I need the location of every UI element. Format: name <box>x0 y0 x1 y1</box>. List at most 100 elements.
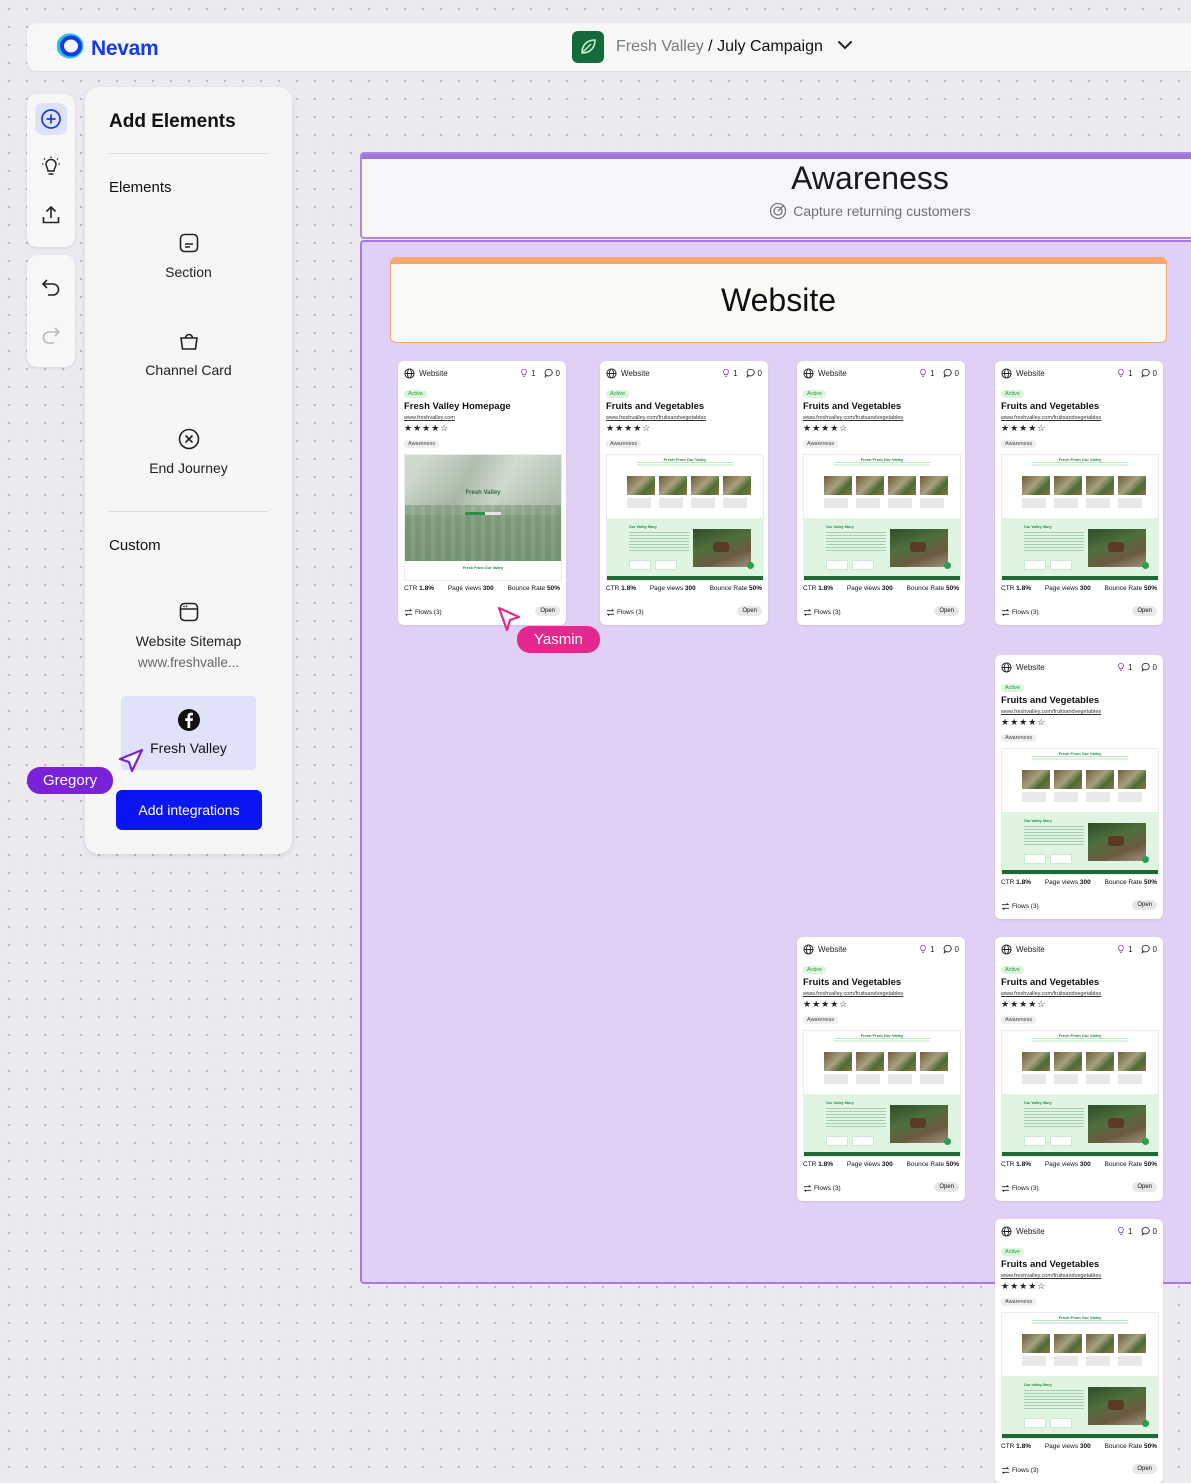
channel-card[interactable]: Website 1 0 Active Fruits and Vegetables www.… <box>600 361 768 625</box>
channel-card[interactable]: Website 1 0 Active Fruits and Vegetables www.… <box>995 361 1163 625</box>
open-button[interactable]: Open <box>535 606 560 616</box>
comments-count[interactable]: 0 <box>1140 1226 1157 1236</box>
flows-link[interactable]: Flows (3) <box>606 608 644 617</box>
page-preview[interactable]: Fresh From Our Valley Our Valley Story <box>803 454 961 581</box>
comments-value: 0 <box>1152 1226 1157 1236</box>
open-button[interactable]: Open <box>1132 606 1157 616</box>
comment-icon <box>543 368 553 378</box>
ideas-value: 1 <box>1128 662 1133 672</box>
ideas-count[interactable]: 1 <box>721 368 738 378</box>
lightbulb-icon <box>1118 662 1125 671</box>
chevron-down-icon[interactable] <box>835 35 855 60</box>
comments-count[interactable]: 0 <box>1140 662 1157 672</box>
card-url[interactable]: www.freshvalley.com/fruitsandvegetables <box>1001 1273 1101 1279</box>
ideas-count[interactable]: 1 <box>1116 1226 1133 1236</box>
card-url[interactable]: www.freshvalley.com/fruitsandvegetables <box>803 991 903 997</box>
comments-count[interactable]: 0 <box>1140 944 1157 954</box>
card-url[interactable]: www.freshvalley.com <box>404 415 455 421</box>
channel-card[interactable]: Website 1 0 Active Fruits and Vegetables www.… <box>995 655 1163 919</box>
globe-icon <box>803 367 814 379</box>
stage-tag: Awareness <box>1001 1016 1037 1024</box>
divider <box>109 511 268 512</box>
open-button[interactable]: Open <box>737 606 762 616</box>
stage-tag: Awareness <box>404 440 440 448</box>
ideas-count[interactable]: 1 <box>1116 944 1133 954</box>
comments-count[interactable]: 0 <box>1140 368 1157 378</box>
page-preview[interactable]: Fresh From Our Valley Our Valley Story <box>1001 454 1159 581</box>
comments-value: 0 <box>1152 368 1157 378</box>
flows-link[interactable]: Flows (3) <box>1001 1184 1039 1193</box>
open-button[interactable]: Open <box>1132 1182 1157 1192</box>
comments-count[interactable]: 0 <box>745 368 762 378</box>
undo-button[interactable] <box>35 271 67 303</box>
page-preview[interactable]: Fresh Valley Fresh From Our Valley <box>404 454 562 581</box>
custom-website-sitemap[interactable]: Website Sitemap www.freshvalle... <box>85 600 292 670</box>
card-url[interactable]: www.freshvalley.com/fruitsandvegetables <box>803 415 903 421</box>
open-button[interactable]: Open <box>934 1182 959 1192</box>
card-url[interactable]: www.freshvalley.com/fruitsandvegetables <box>1001 991 1101 997</box>
open-button[interactable]: Open <box>1132 900 1157 910</box>
channel-card[interactable]: Website 1 0 Active Fruits and Vegetables www.… <box>995 937 1163 1201</box>
channel-card[interactable]: Website 1 0 Active Fresh Valley Homepage www.… <box>398 361 566 625</box>
add-integrations-button[interactable]: Add integrations <box>116 790 262 830</box>
comments-value: 0 <box>757 368 762 378</box>
upload-button[interactable] <box>35 199 67 231</box>
ideas-value: 1 <box>531 368 536 378</box>
channel-card[interactable]: Website 1 0 Active Fruits and Vegetables www.… <box>797 937 965 1201</box>
card-header: Website 1 0 <box>803 943 959 955</box>
page-preview[interactable]: Fresh From Our Valley Our Valley Story <box>606 454 764 581</box>
redo-button[interactable] <box>35 319 67 351</box>
page-preview[interactable]: Fresh From Our Valley Our Valley Story <box>803 1030 961 1157</box>
card-url[interactable]: www.freshvalley.com/fruitsandvegetables <box>1001 709 1101 715</box>
page-preview[interactable]: Fresh From Our Valley Our Valley Story <box>1001 1030 1159 1157</box>
ideas-count[interactable]: 1 <box>1116 368 1133 378</box>
flows-icon <box>606 609 615 616</box>
ideas-count[interactable]: 1 <box>918 368 935 378</box>
ideas-count[interactable]: 1 <box>918 944 935 954</box>
add-elements-button[interactable] <box>35 103 67 135</box>
comments-count[interactable]: 0 <box>942 368 959 378</box>
homepage-hero: Fresh Valley <box>405 455 561 561</box>
brand-logo[interactable]: Nevam <box>56 33 159 64</box>
card-stats: CTR 1.8% Page views 300 Bounce Rate 50% <box>404 585 560 592</box>
card-url[interactable]: www.freshvalley.com/fruitsandvegetables <box>1001 415 1101 421</box>
page-preview[interactable]: Fresh From Our Valley Our Valley Story <box>1001 748 1159 875</box>
preview-story-heading: Our Valley Story <box>1024 1101 1052 1105</box>
flows-link[interactable]: Flows (3) <box>404 608 442 617</box>
flows-link[interactable]: Flows (3) <box>1001 608 1039 617</box>
globe-icon <box>606 367 617 379</box>
project-title: Fresh Valley / July Campaign <box>616 38 823 56</box>
element-section[interactable]: Section <box>85 231 292 280</box>
flows-link[interactable]: Flows (3) <box>803 1184 841 1193</box>
flows-icon <box>1001 903 1010 910</box>
channel-header-website[interactable]: Website <box>390 257 1167 343</box>
card-url[interactable]: www.freshvalley.com/fruitsandvegetables <box>606 415 706 421</box>
comments-count[interactable]: 0 <box>543 368 560 378</box>
open-button[interactable]: Open <box>934 606 959 616</box>
add-circle-icon <box>41 109 61 129</box>
stage-awareness[interactable]: Awareness Capture returning customers <box>360 152 1191 239</box>
channel-card[interactable]: Website 1 0 Active Fruits and Vegetables www.… <box>995 1219 1163 1483</box>
channel-card[interactable]: Website 1 0 Active Fruits and Vegetables www.… <box>797 361 965 625</box>
collaborator-gregory-tag: Gregory <box>27 767 114 794</box>
card-title: Fruits and Vegetables <box>1001 1259 1100 1270</box>
card-channel: Website <box>818 368 847 378</box>
project-switcher[interactable]: Fresh Valley / July Campaign <box>572 31 855 63</box>
element-end-journey[interactable]: End Journey <box>85 427 292 476</box>
ideas-count[interactable]: 1 <box>519 368 536 378</box>
add-elements-panel: Add Elements Elements Section Channel Ca… <box>85 87 292 854</box>
preview-story-heading: Our Valley Story <box>826 1101 854 1105</box>
flows-link[interactable]: Flows (3) <box>1001 1466 1039 1475</box>
panel-title: Add Elements <box>109 111 236 132</box>
stage-tag: Awareness <box>1001 440 1037 448</box>
element-channel-card[interactable]: Channel Card <box>85 329 292 378</box>
flows-link[interactable]: Flows (3) <box>803 608 841 617</box>
page-preview[interactable]: Fresh From Our Valley Our Valley Story <box>1001 1312 1159 1439</box>
stage-title: Awareness <box>791 160 949 196</box>
card-stats: CTR 1.8% Page views 300 Bounce Rate 50% <box>606 585 762 592</box>
open-button[interactable]: Open <box>1132 1464 1157 1474</box>
flows-link[interactable]: Flows (3) <box>1001 902 1039 911</box>
ideas-button[interactable] <box>35 151 67 183</box>
ideas-count[interactable]: 1 <box>1116 662 1133 672</box>
comments-count[interactable]: 0 <box>942 944 959 954</box>
